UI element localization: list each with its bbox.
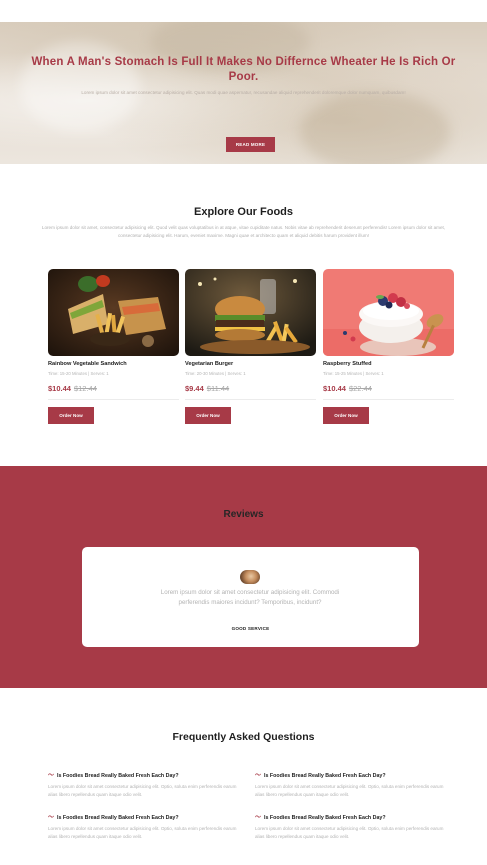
faq-answer: Lorem ipsum dolor sit amet consectetur a… <box>48 826 237 839</box>
wave-icon: 〜 <box>48 815 55 821</box>
faq-question[interactable]: 〜 Is Foodies Bread Really Baked Fresh Eac… <box>48 773 238 779</box>
hero-banner: When A Man's Stomach Is Full It Makes No… <box>0 22 487 164</box>
wave-icon: 〜 <box>48 773 55 779</box>
faq-question-text: Is Foodies Bread Really Baked Fresh Each… <box>264 773 386 779</box>
order-now-button[interactable]: Order Now <box>48 407 94 424</box>
food-meta: Time: 20-30 Minutes | Serves: 1 <box>185 371 246 376</box>
review-text: Lorem ipsum dolor sit amet consectetur a… <box>160 589 340 606</box>
faq-question[interactable]: 〜 Is Foodies Bread Really Baked Fresh Eac… <box>255 773 445 779</box>
card-divider <box>48 399 179 400</box>
review-card: Lorem ipsum dolor sit amet consectetur a… <box>82 547 419 647</box>
food-card: Vegetarian Burger Time: 20-30 Minutes | … <box>185 269 316 424</box>
faq-answer: Lorem ipsum dolor sit amet consectetur a… <box>255 784 444 797</box>
wave-icon: 〜 <box>255 815 262 821</box>
faq-question-text: Is Foodies Bread Really Baked Fresh Each… <box>57 815 179 821</box>
order-now-button[interactable]: Order Now <box>185 407 231 424</box>
avatar <box>240 570 260 584</box>
old-price: $12.44 <box>73 384 97 393</box>
read-more-button[interactable]: READ MORE <box>226 137 275 152</box>
faq-question[interactable]: 〜 Is Foodies Bread Really Baked Fresh Eac… <box>48 815 238 821</box>
reviews-section: Reviews Lorem ipsum dolor sit amet conse… <box>0 466 487 688</box>
card-divider <box>323 399 454 400</box>
explore-description: Lorem ipsum dolor sit amet, consectetur … <box>41 225 446 238</box>
food-price: $10.44 $22.44 <box>323 384 372 393</box>
food-meta: Time: 15-25 Minutes | Serves: 1 <box>323 371 384 376</box>
faq-question-text: Is Foodies Bread Really Baked Fresh Each… <box>264 815 386 821</box>
sandwich-image <box>48 269 179 356</box>
food-meta: Time: 15-20 Minutes | Serves: 1 <box>48 371 109 376</box>
order-now-button[interactable]: Order Now <box>323 407 369 424</box>
food-card: Rainbow Vegetable Sandwich Time: 15-20 M… <box>48 269 179 424</box>
hero-background-blur <box>300 92 450 164</box>
faq-title: Frequently Asked Questions <box>172 731 315 743</box>
food-card: Raspberry Stuffed Time: 15-25 Minutes | … <box>323 269 454 424</box>
current-price: $10.44 <box>323 384 346 393</box>
review-author: GOOD SERVICE <box>231 626 270 631</box>
wave-icon: 〜 <box>255 773 262 779</box>
faq-question[interactable]: 〜 Is Foodies Bread Really Baked Fresh Eac… <box>255 815 445 821</box>
hero-title: When A Man's Stomach Is Full It Makes No… <box>31 56 456 83</box>
old-price: $11.44 <box>206 384 230 393</box>
food-name: Rainbow Vegetable Sandwich <box>48 361 127 367</box>
faq-item[interactable]: 〜 Is Foodies Bread Really Baked Fresh Eac… <box>255 773 445 798</box>
faq-item[interactable]: 〜 Is Foodies Bread Really Baked Fresh Eac… <box>255 815 445 840</box>
explore-title: Explore Our Foods <box>193 206 293 218</box>
reviews-title: Reviews <box>223 509 264 520</box>
food-name: Raspberry Stuffed <box>323 361 372 367</box>
hero-description: Lorem ipsum dolor sit amet consectetur a… <box>81 90 406 95</box>
raspberry-dessert-image <box>323 269 454 356</box>
faq-answer: Lorem ipsum dolor sit amet consectetur a… <box>255 826 444 839</box>
food-price: $10.44 $12.44 <box>48 384 97 393</box>
faq-item[interactable]: 〜 Is Foodies Bread Really Baked Fresh Eac… <box>48 773 238 798</box>
food-name: Vegetarian Burger <box>185 361 234 367</box>
faq-answer: Lorem ipsum dolor sit amet consectetur a… <box>48 784 237 797</box>
old-price: $22.44 <box>348 384 372 393</box>
card-divider <box>185 399 316 400</box>
food-price: $9.44 $11.44 <box>185 384 229 393</box>
faq-item[interactable]: 〜 Is Foodies Bread Really Baked Fresh Eac… <box>48 815 238 840</box>
burger-image <box>185 269 316 356</box>
current-price: $10.44 <box>48 384 71 393</box>
faq-question-text: Is Foodies Bread Really Baked Fresh Each… <box>57 773 179 779</box>
current-price: $9.44 <box>185 384 204 393</box>
